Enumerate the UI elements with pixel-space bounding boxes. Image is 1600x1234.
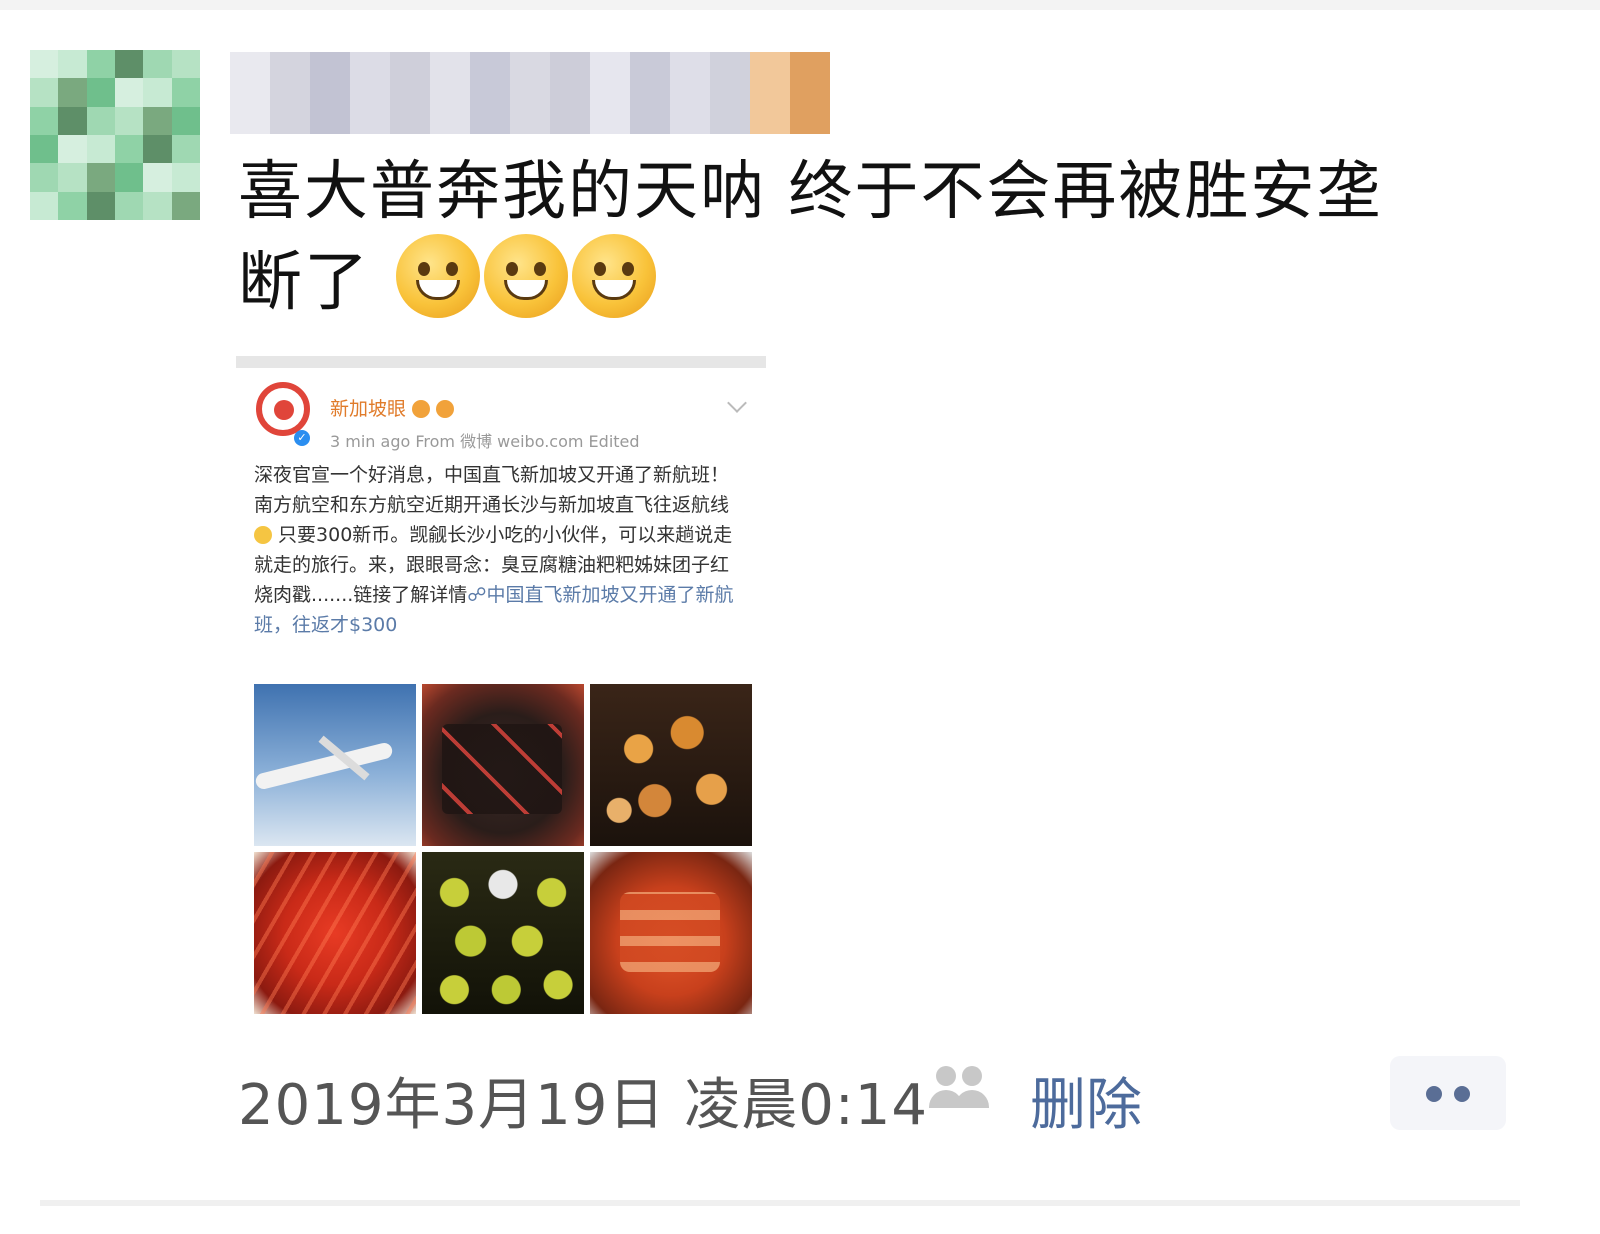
visibility-people-icon[interactable] bbox=[926, 1066, 992, 1110]
crayfish-photo[interactable] bbox=[254, 852, 416, 1014]
grinning-peace-emoji-icon bbox=[396, 234, 481, 318]
weibo-account-name-text: 新加坡眼 bbox=[330, 398, 407, 420]
weibo-meta: 3 min ago From 微博 weibo.com Edited bbox=[330, 432, 640, 451]
more-dot-icon bbox=[1454, 1086, 1470, 1102]
weibo-account-name[interactable]: 新加坡眼 bbox=[330, 394, 455, 421]
delete-button[interactable]: 删除 bbox=[1030, 1060, 1142, 1141]
grinning-peace-emoji-icon bbox=[572, 234, 657, 318]
post-text-line1: 喜大普奔我的天呐 终于不会再被胜安垄 bbox=[238, 155, 1383, 229]
airplane-photo[interactable] bbox=[254, 684, 416, 846]
post-timestamp: 2019年3月19日 凌晨0:14 bbox=[238, 1073, 928, 1138]
shared-weibo-card[interactable]: ✓ 新加坡眼 3 min ago From 微博 weibo.com Edite… bbox=[236, 356, 766, 1036]
braised-pork-photo[interactable] bbox=[590, 852, 752, 1014]
fried-dough-balls-photo[interactable] bbox=[590, 684, 752, 846]
image-grid bbox=[254, 684, 752, 1014]
stinky-tofu-photo[interactable] bbox=[422, 684, 584, 846]
grinning-peace-emoji-icon bbox=[484, 234, 569, 318]
crying-emoji-icon bbox=[254, 526, 272, 544]
card-top-bar bbox=[236, 356, 766, 368]
more-options-button[interactable] bbox=[1390, 1056, 1506, 1130]
top-divider bbox=[0, 0, 1600, 10]
verified-badge-icon: ✓ bbox=[294, 430, 310, 446]
blurred-username[interactable] bbox=[230, 52, 830, 134]
bottom-divider bbox=[40, 1200, 1520, 1206]
weibo-logo-icon bbox=[256, 382, 310, 436]
chevron-down-icon[interactable] bbox=[727, 393, 747, 413]
weibo-body: 深夜官宣一个好消息，中国直飞新加坡又开通了新航班！南方航空和东方航空近期开通长沙… bbox=[254, 460, 744, 640]
dumplings-photo[interactable] bbox=[422, 852, 584, 1014]
weibo-body-part1: 深夜官宣一个好消息，中国直飞新加坡又开通了新航班！南方航空和东方航空近期开通长沙… bbox=[254, 464, 730, 516]
post-text-line2: 断了 bbox=[238, 246, 370, 320]
avatar[interactable] bbox=[30, 50, 200, 220]
member-badge-icon bbox=[412, 400, 431, 418]
level-badge-icon bbox=[436, 400, 455, 418]
more-dot-icon bbox=[1426, 1086, 1442, 1102]
post-text: 喜大普奔我的天呐 终于不会再被胜安垄 断了 bbox=[238, 150, 1518, 325]
